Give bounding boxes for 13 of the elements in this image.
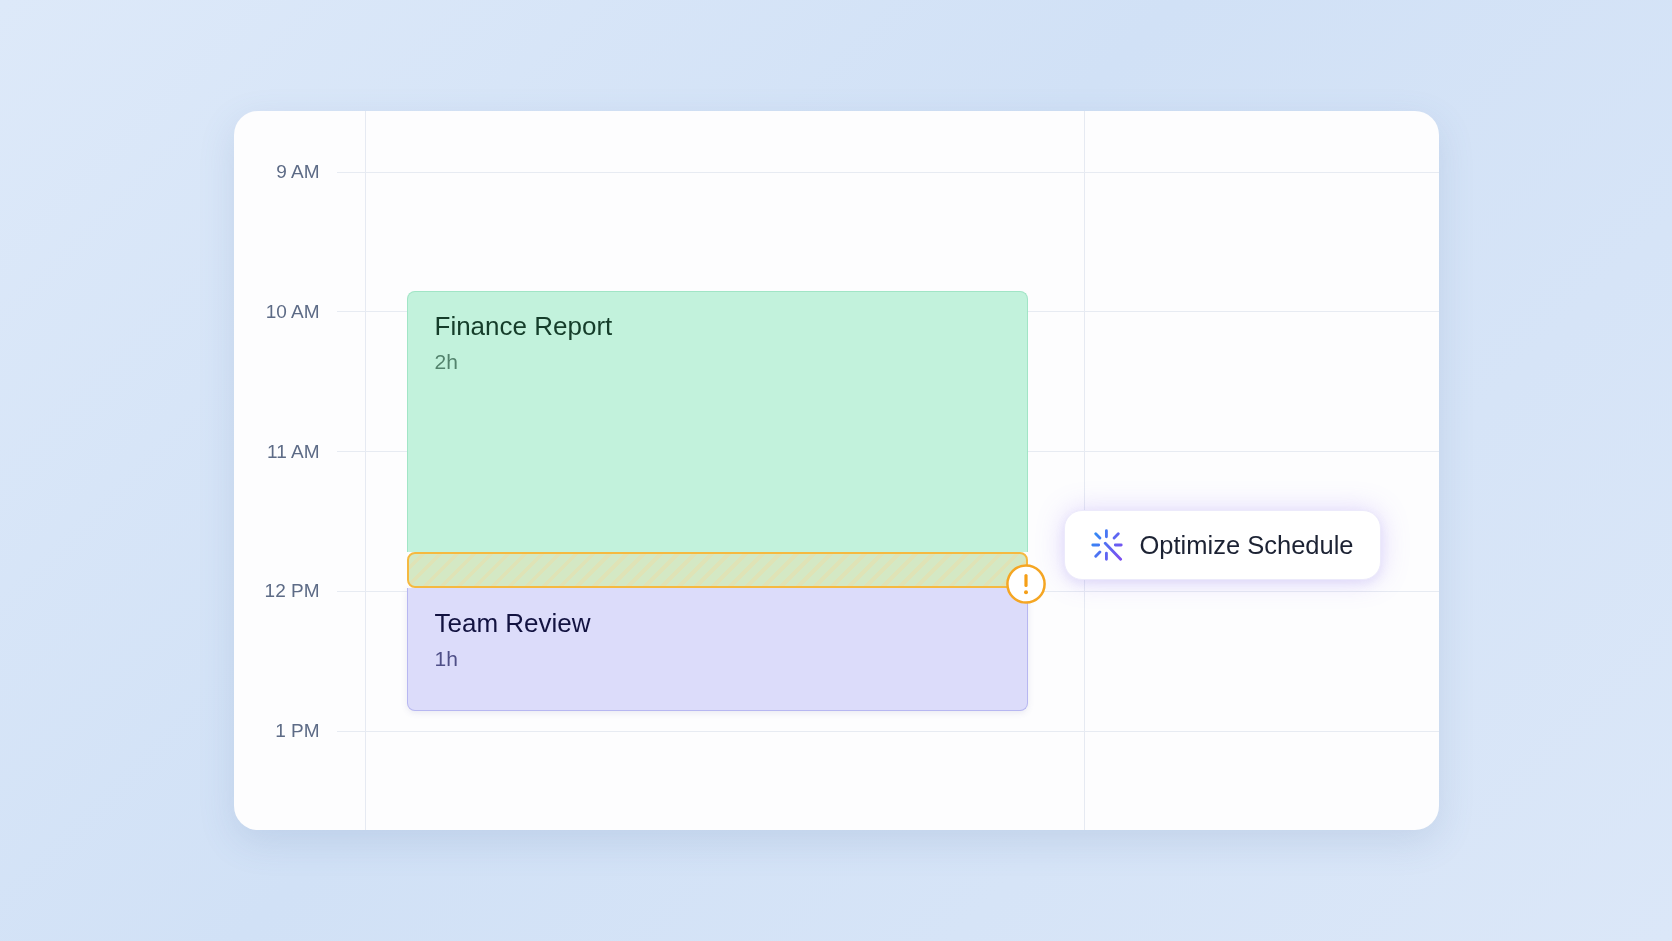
event-block[interactable]: Team Review 1h xyxy=(406,588,1028,711)
time-label: 9 AM xyxy=(275,161,320,183)
time-label: 12 PM xyxy=(263,580,320,603)
event-title: Team Review xyxy=(434,607,591,639)
event-title: Finance Report xyxy=(434,310,613,342)
optimize-schedule-button[interactable]: Optimize Schedule xyxy=(1063,510,1381,580)
time-label: 1 PM xyxy=(274,720,320,742)
time-label: 10 AM xyxy=(264,300,320,323)
magic-wand-icon xyxy=(1090,529,1123,561)
event-duration: 2h xyxy=(434,349,458,374)
event-duration: 1h xyxy=(434,646,458,671)
event-block[interactable]: Finance Report 2h xyxy=(406,291,1028,552)
time-label: 11 AM xyxy=(266,440,320,463)
